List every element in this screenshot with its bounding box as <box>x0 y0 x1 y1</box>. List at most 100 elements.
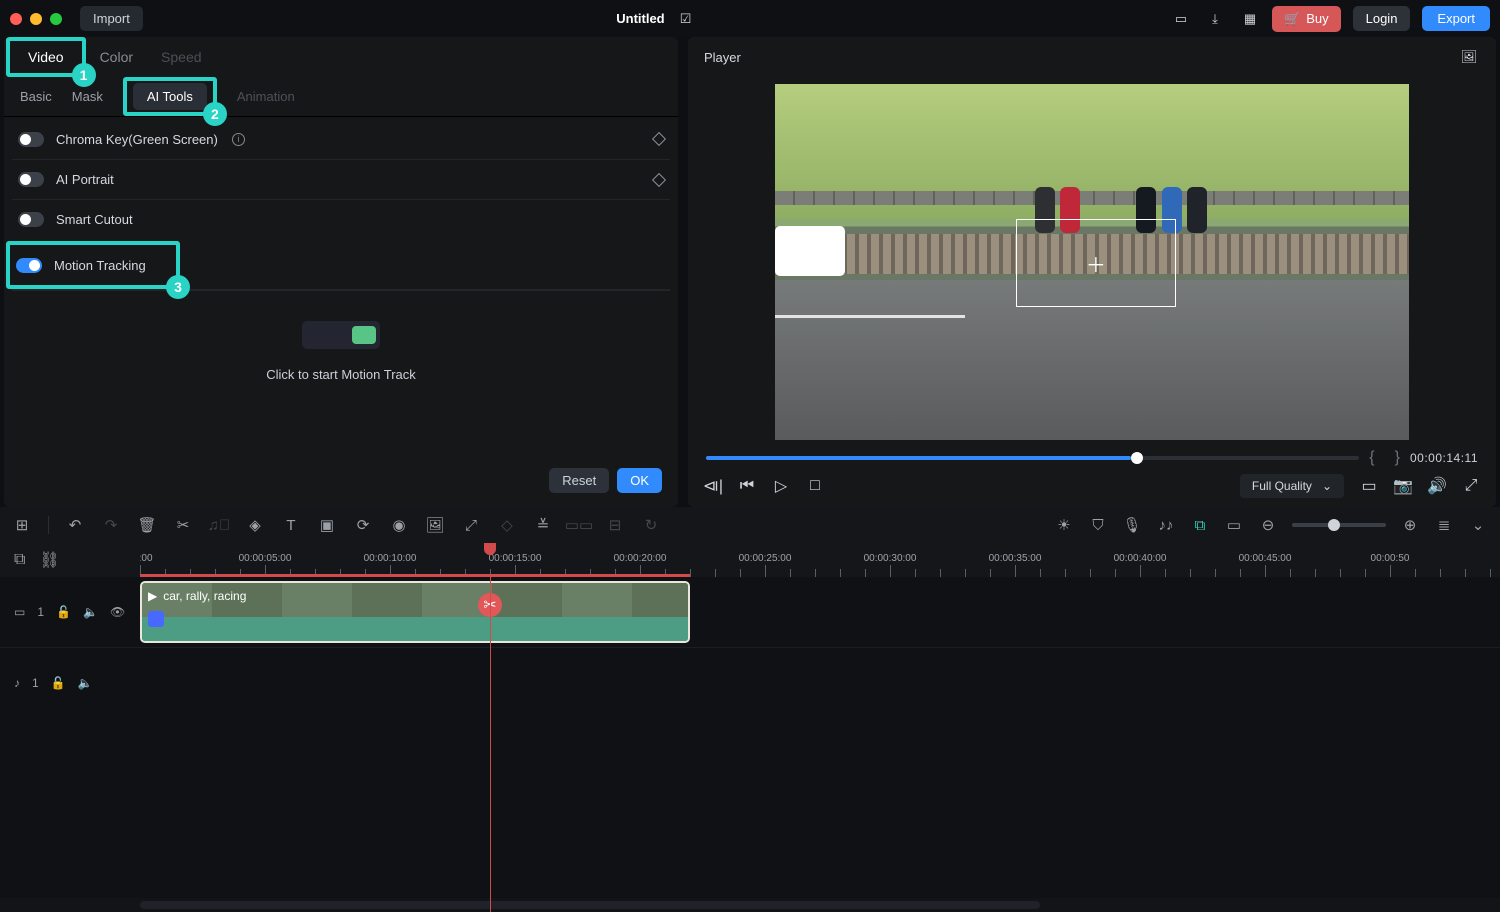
apps-grid-icon[interactable]: ▦ <box>1238 8 1260 30</box>
tab-color[interactable]: Color <box>86 43 147 71</box>
time-ruler[interactable]: 00:0000:00:05:0000:00:10:0000:00:15:0000… <box>140 543 1500 577</box>
label-chroma-key: Chroma Key(Green Screen) <box>56 132 218 147</box>
volume-icon[interactable]: 🔊 <box>1428 477 1446 495</box>
copy-icon[interactable]: ⧉ <box>14 551 25 569</box>
tab-speed[interactable]: Speed <box>147 43 215 71</box>
lock-icon[interactable]: 🔓 <box>56 605 71 619</box>
visibility-icon[interactable]: 👁 <box>110 605 125 619</box>
snapshot-icon[interactable]: 📷 <box>1394 477 1412 495</box>
highlight-step-1: Video 1 <box>6 37 86 77</box>
login-button[interactable]: Login <box>1353 6 1411 31</box>
stop-icon[interactable]: □ <box>806 477 824 495</box>
video-lane[interactable]: ▶ car, rally, racing ✂ <box>140 577 1500 647</box>
mixer-icon[interactable]: ♪♪ <box>1156 517 1176 534</box>
quality-selector[interactable]: Full Quality ⌄ <box>1240 474 1344 498</box>
audio-lane[interactable] <box>140 648 1500 717</box>
scene-car <box>775 226 845 276</box>
video-preview[interactable]: ＋ <box>775 84 1409 440</box>
toggle-smart-cutout[interactable] <box>18 212 44 227</box>
info-icon[interactable]: i <box>232 133 245 146</box>
audio-detach-icon[interactable]: ♫⃠ <box>209 517 229 534</box>
track-view-icon[interactable]: ≣ <box>1434 516 1454 534</box>
color-icon[interactable]: ◉ <box>389 516 409 534</box>
close-window-icon[interactable] <box>10 13 22 25</box>
auto-beat-icon[interactable]: ☀ <box>1054 516 1074 534</box>
gallery-icon[interactable]: 🖼 <box>1458 46 1480 68</box>
subtab-basic[interactable]: Basic <box>20 89 52 104</box>
project-title: Untitled <box>616 11 664 26</box>
cut-badge-icon[interactable]: ✂ <box>478 593 502 617</box>
horizontal-scrollbar[interactable] <box>0 898 1500 912</box>
undo-icon[interactable]: ↶ <box>65 516 85 534</box>
render-icon[interactable]: ▭ <box>1224 516 1244 534</box>
marker-icon[interactable]: ⛉ <box>1088 517 1108 534</box>
layout-icon[interactable]: ⊞ <box>12 516 32 534</box>
link-icon[interactable]: ⛓ <box>39 550 59 570</box>
crop-icon[interactable]: ▣ <box>317 516 337 534</box>
video-track-index: 1 <box>37 605 44 619</box>
prev-frame-icon[interactable]: ⧏| <box>704 477 722 495</box>
export-button[interactable]: Export <box>1422 6 1490 31</box>
redo-icon[interactable]: ↷ <box>101 516 121 534</box>
cloud-download-icon[interactable]: ⤓ <box>1204 8 1226 30</box>
keyframe-tool-icon[interactable]: ◇ <box>497 516 517 534</box>
timeline-toolbar: ⊞ ↶ ↷ 🗑 ✂ ♫⃠ ◈ T ▣ ⟳ ◉ 🖼 ⤢ ◇ ≚ ▭▭ ⊟ ↻ ☀ … <box>0 507 1500 543</box>
speed-icon[interactable]: ⟳ <box>353 516 373 534</box>
buy-button[interactable]: 🛒 Buy <box>1272 6 1341 32</box>
motion-track-hint: Click to start Motion Track <box>266 367 416 382</box>
step-back-icon[interactable]: ⏮ <box>738 477 756 495</box>
lock-icon[interactable]: 🔓 <box>51 676 66 690</box>
tag-icon[interactable]: ◈ <box>245 516 265 534</box>
ungroup-icon[interactable]: ⊟ <box>605 516 625 534</box>
subtab-ai-tools[interactable]: AI Tools <box>133 83 207 110</box>
minimize-window-icon[interactable] <box>30 13 42 25</box>
mute-icon[interactable]: 🔈 <box>83 605 98 619</box>
play-icon[interactable]: ▷ <box>772 477 790 495</box>
progress-handle[interactable] <box>1131 452 1143 464</box>
window-controls[interactable] <box>10 13 62 25</box>
buy-label: Buy <box>1306 11 1328 26</box>
keyframe-icon[interactable] <box>652 172 666 186</box>
import-button[interactable]: Import <box>80 6 143 31</box>
autosave-check-icon: ☑︎ <box>675 8 697 30</box>
tab-video[interactable]: Video <box>14 43 78 71</box>
audio-track-index: 1 <box>32 676 39 690</box>
zoom-handle[interactable] <box>1328 519 1340 531</box>
reset-button[interactable]: Reset <box>549 468 609 493</box>
display-icon[interactable]: ▭ <box>1170 8 1192 30</box>
detach-display-icon[interactable]: ▭ <box>1360 477 1378 495</box>
toggle-motion-tracking[interactable] <box>16 258 42 273</box>
zoom-out-icon[interactable]: ⊖ <box>1258 516 1278 534</box>
adjust-icon[interactable]: ≚ <box>533 516 553 534</box>
mic-icon[interactable]: 🎙 <box>1122 516 1142 534</box>
tracking-selection-box[interactable]: ＋ <box>1016 219 1176 307</box>
maximize-window-icon[interactable] <box>50 13 62 25</box>
zoom-in-icon[interactable]: ⊕ <box>1400 516 1420 534</box>
subtab-animation[interactable]: Animation <box>237 89 295 104</box>
start-motion-track-button[interactable] <box>302 321 380 349</box>
ok-button[interactable]: OK <box>617 468 662 493</box>
player-progress[interactable] <box>706 456 1359 460</box>
image-icon[interactable]: 🖼 <box>425 516 445 534</box>
track-options-icon[interactable]: ⌄ <box>1468 516 1488 534</box>
player-timecode: 00:00:14:11 <box>1410 451 1478 465</box>
text-icon[interactable]: T <box>281 517 301 534</box>
split-icon[interactable]: ✂ <box>173 516 193 534</box>
highlight-step-2: AI Tools 2 <box>123 77 217 116</box>
group-icon[interactable]: ▭▭ <box>569 516 589 534</box>
mute-icon[interactable]: 🔈 <box>78 676 93 690</box>
keyframe-icon[interactable] <box>652 132 666 146</box>
delete-icon[interactable]: 🗑 <box>137 516 157 534</box>
project-title-area: Untitled ☑︎ <box>616 8 696 30</box>
zoom-slider[interactable] <box>1292 523 1386 527</box>
ai-cut-icon[interactable]: ⧉ <box>1190 517 1210 534</box>
expand-icon[interactable]: ⤢ <box>461 517 481 534</box>
video-clip[interactable]: ▶ car, rally, racing <box>140 581 690 643</box>
toggle-ai-portrait[interactable] <box>18 172 44 187</box>
loop-icon[interactable]: ↻ <box>641 516 661 534</box>
subtab-mask[interactable]: Mask <box>72 89 103 104</box>
toggle-chroma-key[interactable] <box>18 132 44 147</box>
audio-track-icon: ♪ <box>14 676 20 690</box>
step-badge-1: 1 <box>72 63 96 87</box>
fullscreen-icon[interactable]: ⤢ <box>1462 477 1480 495</box>
